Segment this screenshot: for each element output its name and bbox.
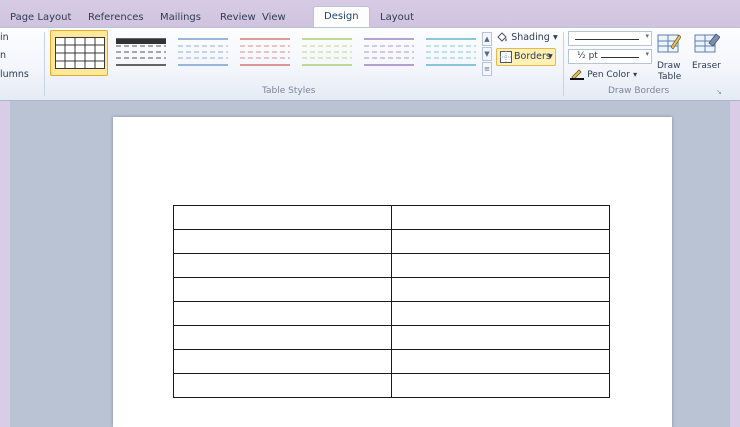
table-style-thumb-icon <box>240 38 290 66</box>
chevron-down-icon: ▾ <box>645 50 649 58</box>
draw-table-label-line1: Draw <box>657 61 681 71</box>
chevron-down-icon: ▾ <box>552 32 558 43</box>
table-style-teal-lines[interactable] <box>422 30 480 76</box>
table-cell[interactable] <box>173 373 392 398</box>
eraser-button[interactable]: Eraser <box>690 32 726 72</box>
gallery-more-button[interactable]: ≡ <box>482 62 492 76</box>
ribbon: in n lumns ▲ ▼ ≡ Table Styles Shading ▾ … <box>0 27 740 101</box>
group-separator <box>563 32 564 96</box>
chevron-down-icon: ▾ <box>548 51 553 62</box>
table-cell[interactable] <box>173 205 392 230</box>
line-weight-dropdown[interactable]: ½ pt ▾ <box>568 49 652 64</box>
line-weight-value: ½ pt <box>577 51 598 61</box>
table-styles-group-label: Table Styles <box>262 86 316 96</box>
draw-table-icon <box>657 34 681 53</box>
borders-grid-icon <box>500 51 512 63</box>
table-cell[interactable] <box>173 253 392 278</box>
line-style-sample <box>575 39 639 40</box>
tab-view[interactable]: View <box>262 8 286 27</box>
tab-design[interactable]: Design <box>313 6 370 28</box>
tab-references[interactable]: References <box>88 8 144 27</box>
table-style-thumb-icon <box>302 38 352 66</box>
first-column-option[interactable]: n <box>0 50 6 61</box>
draw-table-button[interactable]: Draw Table <box>655 32 683 84</box>
line-weight-sample <box>601 57 639 58</box>
table-style-blue-lines[interactable] <box>174 30 232 76</box>
table-cell[interactable] <box>391 349 610 374</box>
draw-table-label-line2: Table <box>658 72 682 82</box>
chevron-down-icon: ▾ <box>633 70 638 79</box>
table-cell[interactable] <box>391 325 610 350</box>
shading-button[interactable]: Shading ▾ <box>496 31 558 43</box>
table-cell[interactable] <box>391 277 610 302</box>
draw-borders-group-label: Draw Borders <box>608 86 670 96</box>
tab-layout[interactable]: Layout <box>380 8 414 27</box>
ribbon-tab-bar: Page Layout References Mailings Review V… <box>0 0 740 28</box>
table-cell[interactable] <box>173 349 392 374</box>
table-style-dark-lines[interactable] <box>112 30 170 76</box>
pen-icon <box>570 69 584 80</box>
table-row <box>173 349 610 374</box>
table-style-thumb-icon <box>364 38 414 66</box>
eraser-label: Eraser <box>692 61 721 71</box>
table-style-purple-lines[interactable] <box>360 30 418 76</box>
table-cell[interactable] <box>173 229 392 254</box>
table-style-green-lines[interactable] <box>298 30 356 76</box>
banded-columns-option[interactable]: lumns <box>0 69 29 80</box>
header-row-option[interactable]: in <box>0 32 9 43</box>
table-cell[interactable] <box>391 229 610 254</box>
chevron-down-icon: ▾ <box>645 32 649 40</box>
table-row <box>173 253 610 278</box>
borders-button[interactable]: Borders ▾ <box>496 48 556 66</box>
table-cell[interactable] <box>391 373 610 398</box>
table-style-red-lines[interactable] <box>236 30 294 76</box>
table-row <box>173 229 610 254</box>
table-cell[interactable] <box>173 325 392 350</box>
gallery-scroll-down-button[interactable]: ▼ <box>482 47 492 61</box>
table-cell[interactable] <box>173 301 392 326</box>
paint-bucket-icon <box>497 32 507 42</box>
pen-color-button[interactable]: Pen Color ▾ <box>570 68 637 80</box>
table-row <box>173 277 610 302</box>
table-style-thumb-icon <box>116 38 166 66</box>
group-separator <box>44 32 45 96</box>
shading-label: Shading <box>511 32 550 43</box>
table-styles-gallery <box>48 30 484 76</box>
pen-color-label: Pen Color <box>587 70 630 80</box>
tab-review[interactable]: Review <box>220 8 256 27</box>
tab-page-layout[interactable]: Page Layout <box>10 8 71 27</box>
document-table[interactable] <box>173 205 610 398</box>
table-row <box>173 373 610 398</box>
table-cell[interactable] <box>391 253 610 278</box>
document-table-body <box>173 205 610 398</box>
line-style-dropdown[interactable]: ▾ <box>568 31 652 46</box>
table-style-plain-grid[interactable] <box>50 30 108 76</box>
borders-label: Borders <box>514 51 551 62</box>
table-row <box>173 325 610 350</box>
tab-mailings[interactable]: Mailings <box>160 8 201 27</box>
dialog-launcher-icon[interactable]: ↘ <box>716 88 722 96</box>
table-style-thumb-icon <box>178 38 228 66</box>
table-style-thumb-icon <box>55 37 105 69</box>
gallery-scroll-up-button[interactable]: ▲ <box>482 32 492 46</box>
table-style-thumb-icon <box>426 38 476 66</box>
eraser-icon <box>694 33 720 53</box>
table-cell[interactable] <box>173 277 392 302</box>
table-cell[interactable] <box>391 205 610 230</box>
table-row <box>173 301 610 326</box>
table-cell[interactable] <box>391 301 610 326</box>
table-row <box>173 205 610 230</box>
